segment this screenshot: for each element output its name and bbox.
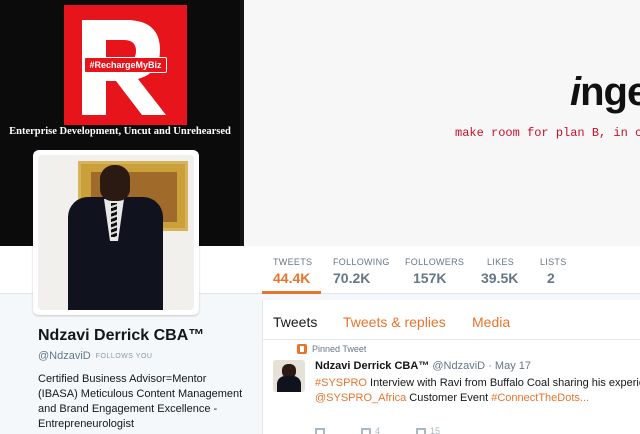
hashtag-link[interactable]: #ConnectTheDots: [491, 392, 580, 404]
pinned-label: Pinned Tweet: [297, 344, 366, 354]
stat-likes[interactable]: LIKES 39.5K: [481, 257, 518, 286]
avatar-photo: [38, 155, 194, 310]
tab-media[interactable]: Media: [472, 314, 510, 330]
pin-icon: [297, 344, 307, 354]
stat-lists[interactable]: LISTS 2: [540, 257, 567, 286]
tweet-text: #SYSPRO Interview with Ravi from Buffalo…: [315, 377, 640, 404]
stat-followers[interactable]: FOLLOWERS 157K: [405, 257, 464, 286]
profile-name[interactable]: Ndzavi Derrick CBA™: [38, 327, 204, 345]
profile-handle[interactable]: @NdzaviD: [38, 350, 91, 362]
mention-link[interactable]: @SYSPRO_Africa: [315, 392, 406, 404]
tab-tweets-replies[interactable]: Tweets & replies: [343, 314, 446, 330]
tweet-author-handle[interactable]: @NdzaviD: [432, 360, 485, 372]
timeline: Tweets Tweets & replies Media Pinned Twe…: [262, 300, 640, 434]
stat-following[interactable]: FOLLOWING 70.2K: [333, 257, 390, 286]
banner-subtitle: make room for plan B, in case: [455, 126, 640, 140]
follows-you-badge: FOLLOWS YOU: [95, 352, 153, 360]
tweet-avatar[interactable]: [273, 360, 305, 392]
profile-bio: Certified Business Advisor=Mentor (IBASA…: [38, 373, 243, 430]
tweet-header: Ndzavi Derrick CBA™ @NdzaviD · May 17: [315, 360, 531, 372]
timeline-tabs: Tweets Tweets & replies Media: [263, 300, 640, 340]
logo-hashtag: #RechargeMyBiz: [84, 57, 167, 73]
reply-button[interactable]: [315, 426, 325, 434]
heart-icon: [416, 428, 427, 434]
like-button[interactable]: 15: [416, 426, 440, 434]
profile-handle-row: @NdzaviD FOLLOWS YOU: [38, 350, 152, 362]
banner-word: inge: [570, 70, 640, 114]
reply-icon: [315, 428, 325, 434]
retweet-button[interactable]: 4: [361, 426, 380, 434]
recharge-logo: #RechargeMyBiz: [64, 5, 187, 125]
hashtag-link[interactable]: #SYSPRO: [315, 377, 367, 389]
profile-avatar[interactable]: [33, 150, 199, 315]
tweet-actions: 4 15: [315, 426, 440, 434]
profile-page: #RechargeMyBiz Enterprise Development, U…: [0, 0, 640, 434]
retweet-icon: [361, 428, 371, 434]
tweet-author-name[interactable]: Ndzavi Derrick CBA™: [315, 360, 429, 372]
tab-tweets[interactable]: Tweets: [273, 314, 317, 330]
tweet-date[interactable]: May 17: [495, 360, 531, 372]
stat-tweets[interactable]: TWEETS 44.4K: [273, 257, 312, 286]
active-stat-underline: [262, 291, 321, 294]
banner-tagline: Enterprise Development, Uncut and Unrehe…: [9, 126, 231, 137]
header-banner-right: [244, 0, 640, 246]
